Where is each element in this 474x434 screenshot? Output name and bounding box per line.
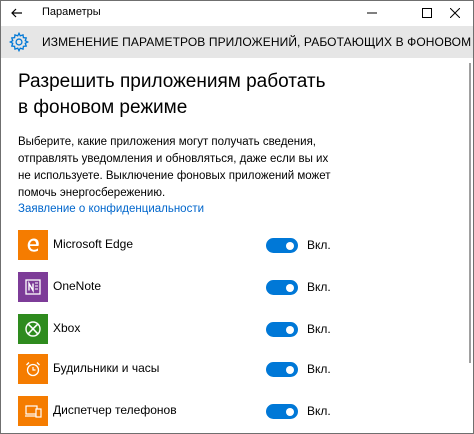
- page-title: ИЗМЕНЕНИЕ ПАРАМЕТРОВ ПРИЛОЖЕНИЙ, РАБОТАЮ…: [42, 35, 473, 49]
- vertical-scrollbar[interactable]: [467, 61, 473, 433]
- back-button[interactable]: [1, 1, 33, 25]
- scrollbar-thumb[interactable]: [469, 63, 471, 363]
- toggle-state-label: Вкл.: [307, 322, 331, 336]
- phone-manager-glyph: [25, 405, 42, 418]
- app-name: Диспетчер телефонов: [53, 403, 177, 417]
- close-button[interactable]: [437, 1, 473, 25]
- privacy-statement-link[interactable]: Заявление о конфиденциальности: [18, 203, 204, 215]
- background-toggle-alarms-clock[interactable]: [266, 362, 298, 377]
- app-row-xbox: Xbox Вкл.: [18, 314, 458, 344]
- toggle-state-label: Вкл.: [307, 362, 331, 376]
- phone-manager-icon: [18, 396, 48, 426]
- back-arrow-icon: [11, 8, 22, 18]
- minimize-icon: [367, 12, 377, 14]
- xbox-icon: [18, 314, 48, 344]
- maximize-icon: [422, 8, 432, 18]
- onenote-glyph: [25, 279, 41, 295]
- close-icon: [450, 8, 460, 18]
- background-toggle-xbox[interactable]: [266, 322, 298, 337]
- window-title: Параметры: [42, 6, 101, 18]
- main-content: Разрешить приложениям работать в фоновом…: [18, 69, 458, 202]
- alarm-clock-glyph: [26, 362, 40, 377]
- background-toggle-onenote[interactable]: [266, 280, 298, 295]
- app-row-onenote: OneNote Вкл.: [18, 272, 458, 302]
- section-description: Выберите, какие приложения могут получат…: [18, 136, 331, 199]
- settings-window: Параметры ИЗМЕНЕНИЕ ПАРАМЕТРОВ ПРИЛОЖЕНИ…: [0, 0, 474, 434]
- toggle-knob: [286, 325, 294, 334]
- toggle-knob: [286, 365, 294, 374]
- xbox-glyph: [25, 321, 41, 337]
- app-name: Microsoft Edge: [53, 237, 134, 251]
- app-name: OneNote: [53, 279, 102, 293]
- background-toggle-microsoft-edge[interactable]: [266, 238, 298, 253]
- toggle-state-label: Вкл.: [307, 280, 331, 294]
- edge-icon: [18, 230, 48, 260]
- minimize-button[interactable]: [354, 1, 390, 25]
- toggle-state-label: Вкл.: [307, 404, 331, 418]
- app-row-phone-manager: Диспетчер телефонов Вкл.: [18, 396, 458, 426]
- toggle-knob: [286, 283, 294, 292]
- toggle-knob: [286, 407, 294, 416]
- toggle-state-label: Вкл.: [307, 238, 331, 252]
- gear-icon: [8, 31, 30, 53]
- section-heading: Разрешить приложениям работать в фоновом…: [18, 71, 326, 118]
- page-header: ИЗМЕНЕНИЕ ПАРАМЕТРОВ ПРИЛОЖЕНИЙ, РАБОТАЮ…: [1, 26, 473, 58]
- alarm-clock-icon: [18, 354, 48, 384]
- toggle-knob: [286, 241, 294, 250]
- title-bar: Параметры: [1, 1, 473, 25]
- edge-glyph: [27, 238, 39, 252]
- app-row-alarms-clock: Будильники и часы Вкл.: [18, 354, 458, 384]
- onenote-icon: [18, 272, 48, 302]
- app-name: Будильники и часы: [53, 361, 160, 375]
- app-row-microsoft-edge: Microsoft Edge Вкл.: [18, 230, 458, 260]
- background-toggle-phone-manager[interactable]: [266, 404, 298, 419]
- app-name: Xbox: [53, 321, 81, 335]
